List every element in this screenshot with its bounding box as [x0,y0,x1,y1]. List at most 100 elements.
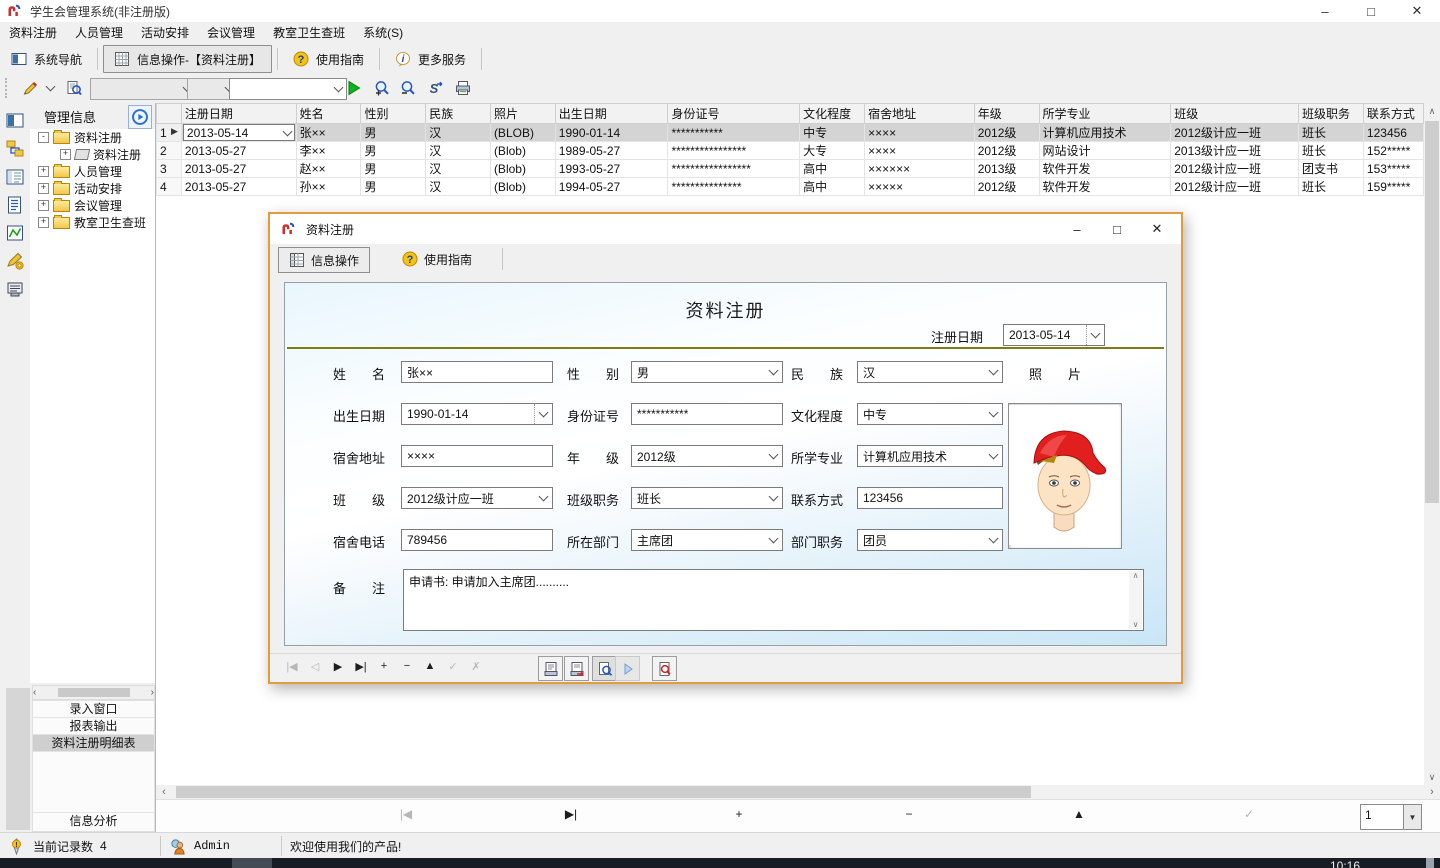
id-number-field[interactable]: *********** [631,403,783,425]
dept-duty-combo[interactable]: 团员 [857,529,1003,551]
toolbar-drag-handle[interactable] [5,78,11,98]
more-services-button[interactable]: i 更多服务 [385,46,476,72]
cell[interactable]: 2013-05-27 [180,177,297,196]
taskbar-button[interactable] [232,858,272,868]
db-delete-button[interactable]: − [399,660,415,672]
cell[interactable]: 123456 [1362,123,1425,142]
list-item-info-analysis[interactable]: 信息分析 [33,812,154,829]
dialog-close-button[interactable]: ✕ [1137,214,1177,244]
col-id-number[interactable]: 身份证号 [667,103,801,124]
cell[interactable]: 男 [360,141,427,160]
dorm-phone-field[interactable]: 789456 [401,529,553,551]
department-combo[interactable]: 主席团 [631,529,783,551]
db-next-button[interactable]: ▶ [330,660,346,673]
dialog-maximize-button[interactable]: □ [1097,214,1137,244]
maximize-button[interactable]: □ [1348,0,1394,22]
show-desktop-edge[interactable] [1426,858,1434,868]
document-icon[interactable] [5,195,25,215]
grid-horizontal-scrollbar[interactable]: ‹ › [156,785,1440,799]
ethnicity-combo[interactable]: 汉 [857,361,1003,383]
menu-classroom[interactable]: 教室卫生查班 [264,22,354,44]
class-duty-combo[interactable]: 班长 [631,487,783,509]
scroll-down-icon[interactable]: ∨ [1424,769,1440,785]
col-dorm-address[interactable]: 宿舍地址 [864,103,975,124]
gender-combo[interactable]: 男 [631,361,783,383]
cell[interactable]: 男 [360,177,427,196]
find-record-button[interactable] [652,656,677,681]
search-document-button[interactable] [62,77,86,99]
db-edit-button[interactable]: ▲ [422,660,438,672]
db-prior-button[interactable]: ◁ [307,660,323,673]
cell[interactable]: 软件开发 [1038,159,1172,178]
cell[interactable]: (BLOB) [489,123,556,142]
col-birth-date[interactable]: 出生日期 [554,103,669,124]
signature-icon[interactable] [5,251,25,271]
reg-date-field[interactable]: 2013-05-14 [1003,324,1105,346]
grid-row[interactable]: 2 2013-05-27 李×× 男 汉 (Blob) 1989-05-27 *… [156,141,1425,160]
cell[interactable]: 高中 [799,177,866,196]
cell[interactable]: 男 [360,159,427,178]
cell[interactable]: 152***** [1362,141,1425,160]
cell[interactable]: (Blob) [489,177,556,196]
col-class[interactable]: 班级 [1170,103,1299,124]
filter-field-combo[interactable] [90,78,196,100]
major-combo[interactable]: 计算机应用技术 [857,445,1003,467]
date-dropdown[interactable] [1086,325,1101,345]
cell[interactable]: 男 [360,123,427,142]
cell[interactable]: 张×× [295,123,362,142]
tree-node-personnel[interactable]: + 人员管理 [30,163,155,180]
dropdown-icon[interactable]: ▼ [1403,805,1421,829]
cell[interactable]: 汉 [425,177,491,196]
cell[interactable]: 班长 [1298,123,1364,142]
cell[interactable]: ×××× [864,141,975,160]
scroll-left-icon[interactable]: ‹ [33,687,36,698]
scroll-right-icon[interactable]: › [1424,785,1440,799]
edit-button[interactable] [18,77,42,99]
cell[interactable]: 2012级 [973,141,1040,160]
cell[interactable]: **************** [667,141,801,160]
date-dropdown[interactable] [534,404,549,424]
dorm-address-field[interactable]: ×××× [401,445,553,467]
zoom-out-button[interactable] [396,77,420,99]
inline-date-combo[interactable]: 2013-05-14 [182,124,295,141]
print-record-button[interactable] [538,656,563,681]
col-education[interactable]: 文化程度 [799,103,866,124]
expand-toggle-icon[interactable]: + [38,200,49,211]
col-reg-date[interactable]: 注册日期 [180,103,297,124]
col-ethnicity[interactable]: 民族 [425,103,491,124]
navigation-panel-icon[interactable] [5,111,25,131]
db-cancel-button[interactable]: ✗ [468,660,484,673]
scrollbar-thumb[interactable] [1425,121,1439,503]
cell[interactable]: 计算机应用技术 [1038,123,1172,142]
run-filter-button[interactable] [344,77,364,99]
contact-field[interactable]: 123456 [857,487,1003,509]
grid-row[interactable]: 3 2013-05-27 赵×× 男 汉 (Blob) 1993-05-27 *… [156,159,1425,178]
nav-insert-button[interactable]: + [729,807,749,821]
cell[interactable]: 1994-05-27 [554,177,669,196]
cell[interactable]: *********** [667,123,801,142]
cell[interactable]: 2012级计应一班 [1170,177,1299,196]
cell[interactable]: 汉 [425,159,491,178]
collapse-toggle-icon[interactable]: - [38,132,49,143]
scroll-right-icon[interactable]: › [151,687,154,698]
scroll-up-icon[interactable]: ∧ [1424,103,1440,119]
system-nav-button[interactable]: 系统导航 [1,46,92,72]
col-gender[interactable]: 性别 [360,103,427,124]
grid-vertical-scrollbar[interactable]: ∧ ∨ [1424,103,1440,785]
col-name[interactable]: 姓名 [295,103,362,124]
strip-scrollbar[interactable] [6,688,30,830]
education-combo[interactable]: 中专 [857,403,1003,425]
cell[interactable]: 2013级 [973,159,1040,178]
col-class-duty[interactable]: 班级职务 [1298,103,1364,124]
cell[interactable]: 1990-01-14 [554,123,669,142]
cell[interactable]: 高中 [799,159,866,178]
print-export-button[interactable] [564,656,589,681]
tree-node-activity[interactable]: + 活动安排 [30,180,155,197]
scroll-down-icon[interactable]: ∨ [1133,620,1139,629]
cell[interactable]: 团支书 [1298,159,1364,178]
cell[interactable]: *************** [667,177,801,196]
db-first-button[interactable]: |◀ [284,660,300,673]
cell[interactable]: ×××××× [864,159,975,178]
expand-toggle-icon[interactable]: + [38,217,49,228]
cell[interactable]: 1989-05-27 [554,141,669,160]
